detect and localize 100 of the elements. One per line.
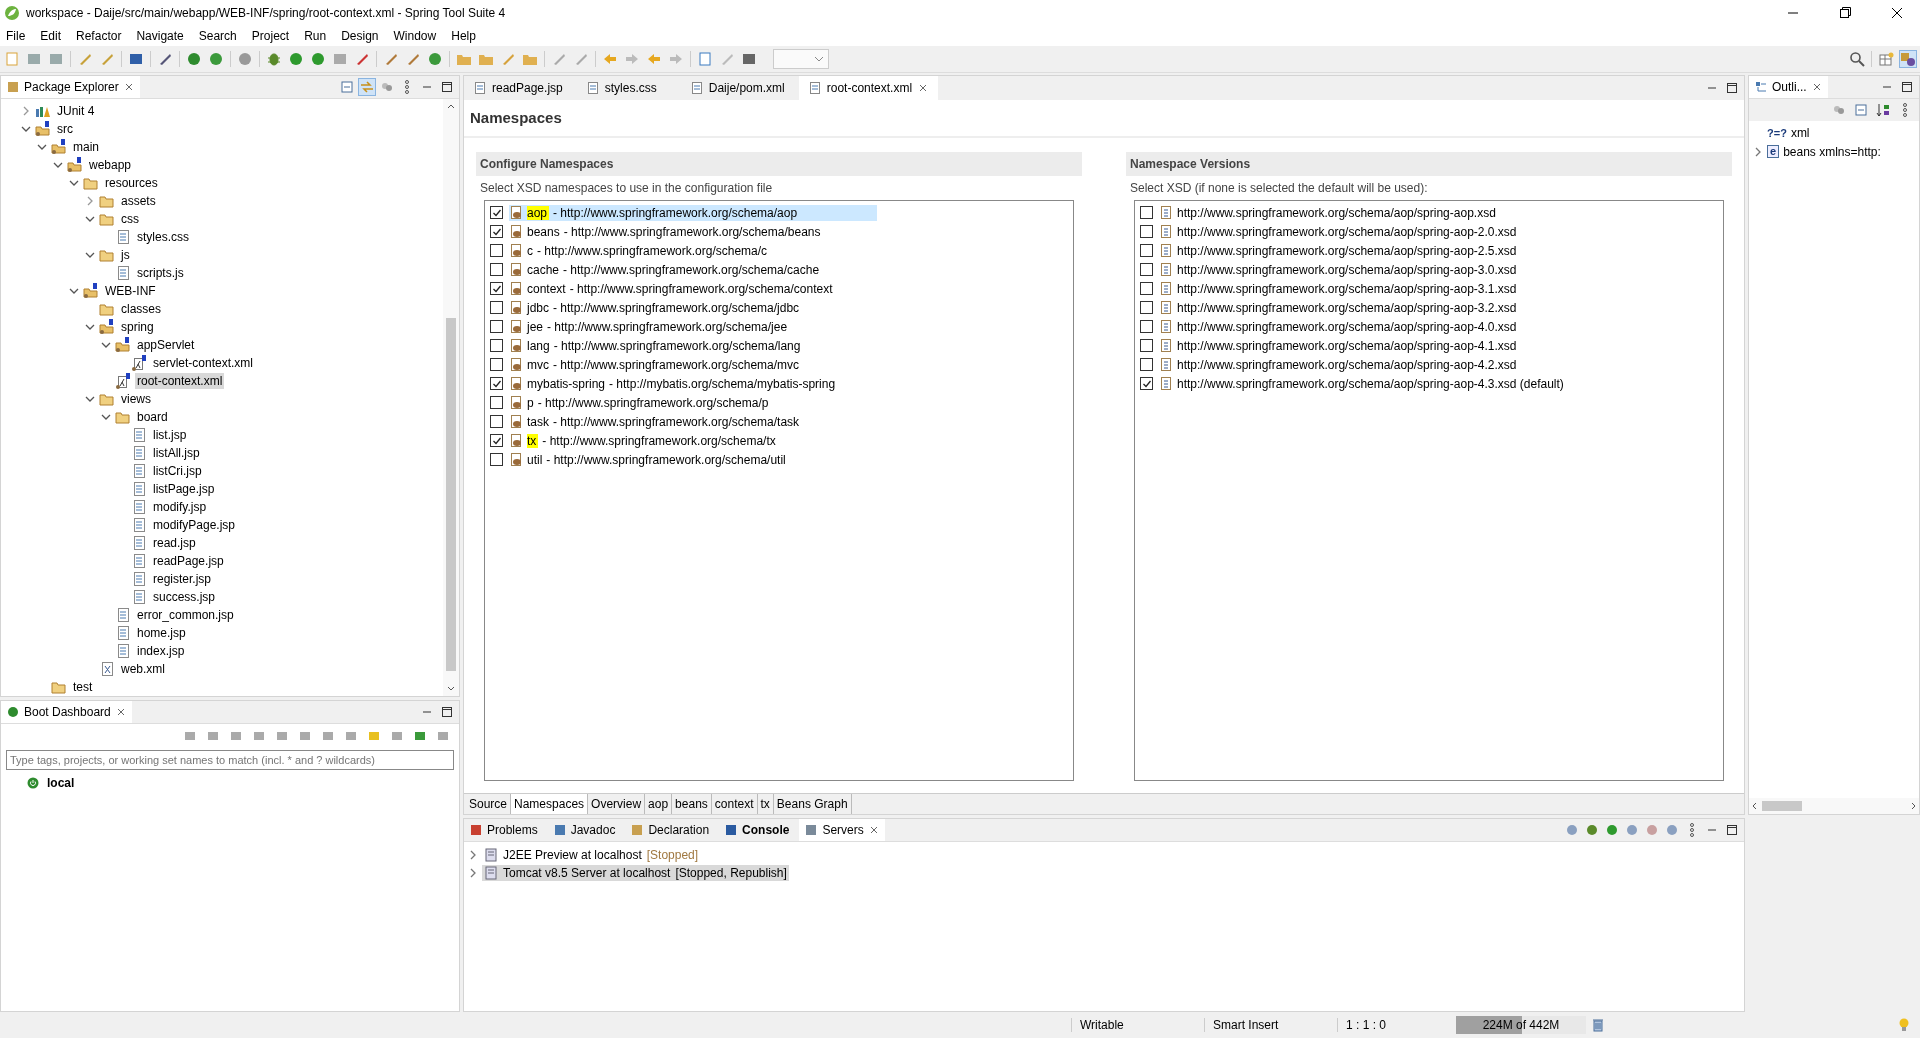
namespace-item[interactable]: util - http://www.springframework.org/schema/util bbox=[509, 451, 786, 468]
tree-item[interactable]: board bbox=[135, 409, 170, 425]
namespace-item[interactable]: jee - http://www.springframework.org/schema/jee bbox=[509, 318, 788, 335]
editor-tab[interactable]: Daije/pom.xml bbox=[680, 76, 795, 100]
maximize-icon[interactable] bbox=[1724, 822, 1740, 838]
checkbox[interactable] bbox=[490, 225, 503, 238]
server-tool-icon[interactable] bbox=[1624, 822, 1640, 838]
tree-item[interactable]: readPage.jsp bbox=[151, 553, 226, 569]
outline-tab[interactable]: Outli... bbox=[1749, 76, 1828, 98]
menu-item[interactable]: Refactor bbox=[76, 29, 122, 43]
tree-item[interactable]: js bbox=[119, 247, 132, 263]
tree-item[interactable]: src bbox=[55, 121, 75, 137]
tree-item[interactable]: spring bbox=[119, 319, 156, 335]
checkbox[interactable] bbox=[490, 301, 503, 314]
tree-item[interactable]: modify.jsp bbox=[151, 499, 209, 515]
chevron-icon[interactable] bbox=[1753, 146, 1763, 157]
version-item[interactable]: http://www.springframework.org/schema/aop/spring-aop-3.1.xsd bbox=[1177, 281, 1517, 296]
chevron-icon[interactable] bbox=[21, 124, 31, 134]
tree-item[interactable]: WEB-INF bbox=[103, 283, 158, 299]
checkbox[interactable] bbox=[490, 434, 503, 447]
editor-tab[interactable]: root-context.xml bbox=[798, 76, 939, 100]
menu-item[interactable]: Design bbox=[341, 29, 379, 43]
version-item[interactable]: http://www.springframework.org/schema/aop/spring-aop.xsd bbox=[1177, 205, 1496, 220]
outline-item[interactable]: beans xmlns=http: bbox=[1783, 144, 1881, 159]
server-tool-icon[interactable] bbox=[1564, 822, 1580, 838]
checkbox[interactable] bbox=[490, 320, 503, 333]
checkbox[interactable] bbox=[1140, 206, 1153, 219]
tree-item[interactable]: styles.css bbox=[135, 229, 191, 245]
filter-field[interactable]: Type tags, projects, or working set names to match (incl. * and ? wildcards) bbox=[6, 750, 454, 770]
sort-icon[interactable] bbox=[1875, 102, 1891, 118]
left-icon[interactable] bbox=[646, 51, 662, 67]
chevron-icon[interactable] bbox=[85, 322, 95, 332]
tree-item[interactable]: webapp bbox=[87, 157, 134, 173]
checkbox[interactable] bbox=[490, 206, 503, 219]
checkbox[interactable] bbox=[1140, 263, 1153, 276]
checkbox[interactable] bbox=[490, 377, 503, 390]
tree-item[interactable]: scripts.js bbox=[135, 265, 186, 281]
trash-icon[interactable] bbox=[1590, 1017, 1606, 1033]
tree-item[interactable]: home.jsp bbox=[135, 625, 188, 641]
version-item[interactable]: http://www.springframework.org/schema/aop/spring-aop-4.3.xsd (default) bbox=[1177, 376, 1564, 391]
page-tab[interactable]: Overview bbox=[588, 794, 646, 814]
tree-item[interactable]: assets bbox=[119, 193, 158, 209]
tree-item[interactable]: main bbox=[71, 139, 101, 155]
close-icon[interactable] bbox=[123, 82, 134, 92]
open-perspective-icon[interactable] bbox=[1878, 51, 1894, 67]
tree-item[interactable]: register.jsp bbox=[151, 571, 214, 587]
chevron-icon[interactable] bbox=[85, 214, 95, 224]
checkbox[interactable] bbox=[490, 358, 503, 371]
checkbox[interactable] bbox=[1140, 225, 1153, 238]
chevron-icon[interactable] bbox=[101, 412, 111, 422]
page-tab[interactable]: tx bbox=[757, 794, 774, 814]
tree-item[interactable]: root-context.xml bbox=[135, 373, 225, 389]
menu-item[interactable]: Search bbox=[198, 29, 237, 43]
namespace-item[interactable]: cache - http://www.springframework.org/schema/cache bbox=[509, 261, 820, 278]
chevron-icon[interactable] bbox=[468, 850, 478, 860]
tree-item[interactable]: css bbox=[119, 211, 141, 227]
checkbox[interactable] bbox=[490, 453, 503, 466]
chevron-icon[interactable] bbox=[37, 142, 47, 152]
menu-item[interactable]: Window bbox=[393, 29, 437, 43]
outline-item[interactable]: xml bbox=[1790, 125, 1810, 140]
collapse-all-icon[interactable] bbox=[339, 79, 355, 95]
page-tab[interactable]: context bbox=[711, 794, 758, 814]
page-tab[interactable]: Namespaces bbox=[511, 794, 589, 814]
close-icon[interactable] bbox=[1811, 82, 1822, 92]
tree-item[interactable]: listAll.jsp bbox=[151, 445, 202, 461]
target-label[interactable]: local bbox=[47, 776, 75, 790]
panel-tab[interactable]: Javadoc bbox=[547, 819, 622, 841]
tree-item[interactable]: views bbox=[119, 391, 153, 407]
checkbox[interactable] bbox=[1140, 377, 1153, 390]
version-item[interactable]: http://www.springframework.org/schema/aop/spring-aop-4.2.xsd bbox=[1177, 357, 1517, 372]
maximize-icon[interactable] bbox=[439, 704, 455, 720]
panel-tab[interactable]: Problems bbox=[464, 819, 544, 841]
checkbox[interactable] bbox=[490, 282, 503, 295]
namespace-item[interactable]: c - http://www.springframework.org/schema/c bbox=[509, 242, 768, 259]
namespace-item[interactable]: lang - http://www.springframework.org/schema/lang bbox=[509, 337, 801, 354]
checkbox[interactable] bbox=[1140, 358, 1153, 371]
namespace-item[interactable]: context - http://www.springframework.org/schema/context bbox=[509, 280, 833, 297]
search-icon[interactable] bbox=[1849, 51, 1865, 67]
chevron-icon[interactable] bbox=[85, 394, 95, 404]
version-item[interactable]: http://www.springframework.org/schema/aop/spring-aop-3.2.xsd bbox=[1177, 300, 1517, 315]
boot-dashboard-tab[interactable]: Boot Dashboard bbox=[1, 701, 132, 723]
bug-icon[interactable] bbox=[266, 51, 282, 67]
tree-item[interactable]: test bbox=[71, 679, 95, 695]
namespace-item[interactable]: task - http://www.springframework.org/schema/task bbox=[509, 413, 800, 430]
tree-item[interactable]: read.jsp bbox=[151, 535, 198, 551]
server-tool-icon[interactable] bbox=[1604, 822, 1620, 838]
menu-item[interactable]: Help bbox=[451, 29, 476, 43]
version-item[interactable]: http://www.springframework.org/schema/aop/spring-aop-4.1.xsd bbox=[1177, 338, 1517, 353]
version-item[interactable]: http://www.springframework.org/schema/aop/spring-aop-2.0.xsd bbox=[1177, 224, 1517, 239]
namespace-item[interactable]: mvc - http://www.springframework.org/schema/mvc bbox=[509, 356, 800, 373]
menu-item[interactable]: Navigate bbox=[136, 29, 184, 43]
editor-tab[interactable]: styles.css bbox=[576, 76, 677, 100]
namespace-item[interactable]: jdbc - http://www.springframework.org/schema/jdbc bbox=[509, 299, 800, 316]
chevron-icon[interactable] bbox=[53, 160, 63, 170]
checkbox[interactable] bbox=[1140, 301, 1153, 314]
tree-item[interactable]: listCri.jsp bbox=[151, 463, 204, 479]
server-item[interactable]: Tomcat v8.5 Server at localhost [Stopped, Republish] bbox=[482, 865, 789, 881]
page-icon[interactable] bbox=[697, 51, 713, 67]
checkbox[interactable] bbox=[490, 244, 503, 257]
scrollbar[interactable] bbox=[443, 99, 459, 696]
